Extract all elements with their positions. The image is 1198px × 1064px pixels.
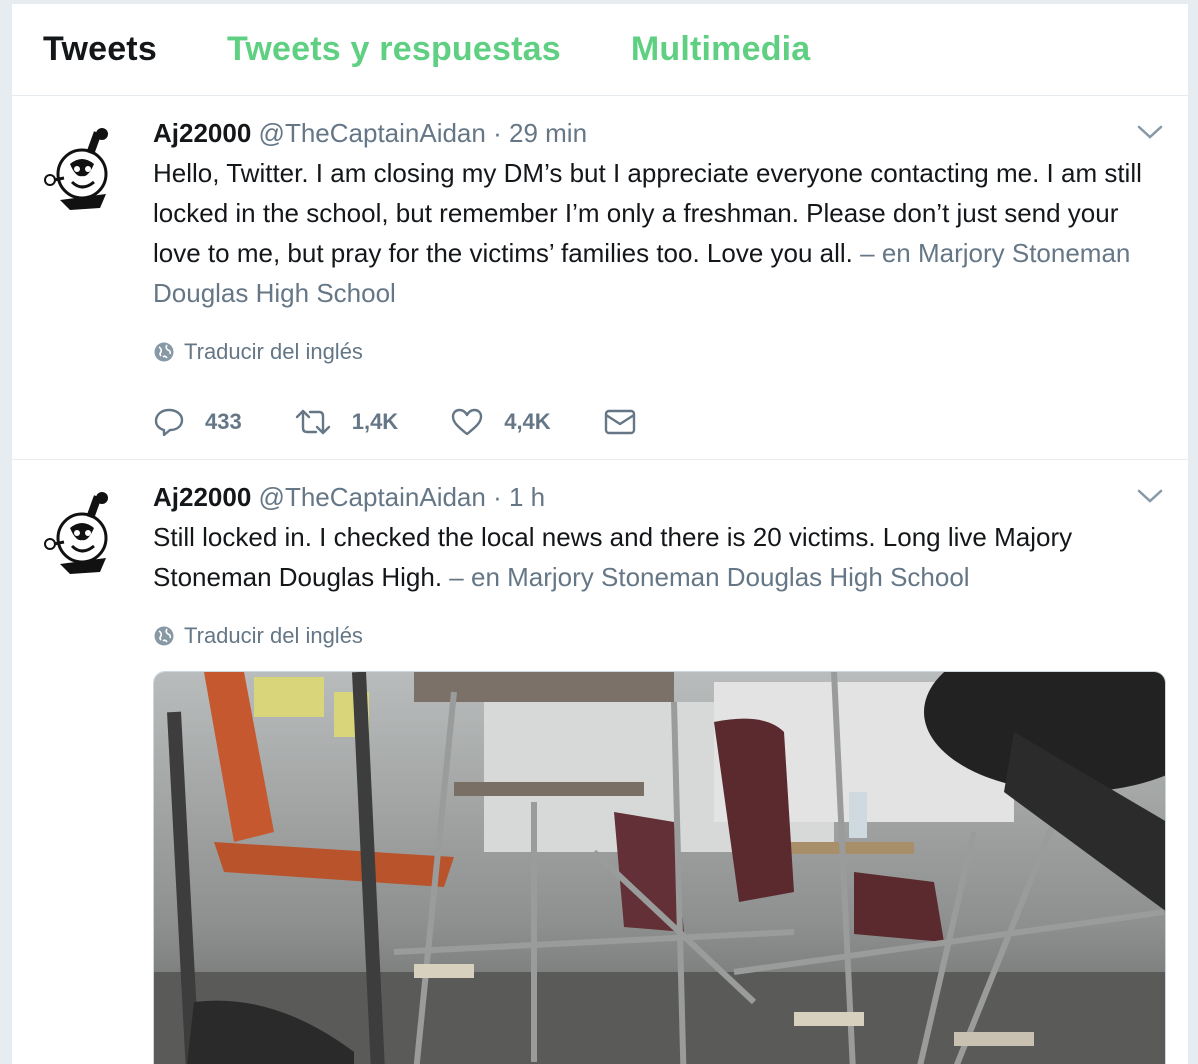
user-handle[interactable]: @TheCaptainAidan [259, 118, 486, 148]
timestamp[interactable]: 29 min [509, 118, 587, 148]
tab-tweets-and-replies[interactable]: Tweets y respuestas [227, 30, 561, 69]
user-handle[interactable]: @TheCaptainAidan [259, 482, 486, 512]
user-name[interactable]: Aj22000 [153, 482, 251, 512]
tab-tweets[interactable]: Tweets [43, 30, 157, 69]
tweet-actions: 433 1,4K 4,4K [153, 395, 1158, 459]
reply-count: 433 [205, 409, 242, 434]
retweet-button[interactable]: 1,4K [294, 408, 398, 436]
timestamp[interactable]: 1 h [509, 482, 545, 512]
tab-media[interactable]: Multimedia [631, 30, 811, 69]
retweet-count: 1,4K [351, 409, 399, 434]
avatar[interactable] [40, 124, 122, 216]
tweet-photo[interactable] [153, 671, 1166, 1064]
tweet-text: Still locked in. I checked the local new… [153, 517, 1158, 597]
globe-icon [154, 626, 174, 646]
reply-button[interactable]: 433 [153, 407, 242, 437]
translate-link[interactable]: Traducir del inglés [153, 623, 1158, 649]
separator: · [493, 118, 502, 148]
reply-icon [154, 408, 184, 437]
tweet-location[interactable]: – en Marjory Stoneman Douglas High Schoo… [449, 562, 969, 592]
retweet-icon [295, 409, 330, 435]
separator: · [493, 482, 502, 512]
translate-label: Traducir del inglés [184, 623, 363, 648]
tweet-header: Aj22000 @TheCaptainAidan · 1 h [153, 482, 1158, 512]
tweet-header: Aj22000 @TheCaptainAidan · 29 min [153, 118, 1158, 148]
tweet[interactable]: Aj22000 @TheCaptainAidan · 29 min Hello,… [12, 96, 1188, 460]
chevron-down-icon[interactable] [1136, 122, 1164, 142]
chevron-down-icon[interactable] [1136, 486, 1164, 506]
like-button[interactable]: 4,4K [450, 407, 551, 437]
like-icon [452, 408, 483, 436]
like-count: 4,4K [504, 409, 551, 434]
translate-label: Traducir del inglés [184, 339, 363, 364]
globe-icon [154, 342, 174, 362]
profile-timeline: Tweets Tweets y respuestas Multimedia Aj… [12, 4, 1188, 1064]
translate-link[interactable]: Traducir del inglés [153, 339, 1158, 365]
user-name[interactable]: Aj22000 [153, 118, 251, 148]
avatar[interactable] [40, 488, 122, 580]
direct-message-button[interactable] [603, 408, 637, 436]
profile-tabs: Tweets Tweets y respuestas Multimedia [12, 4, 1188, 96]
tweet[interactable]: Aj22000 @TheCaptainAidan · 1 h Still loc… [12, 460, 1188, 1064]
tweet-text: Hello, Twitter. I am closing my DM’s but… [153, 153, 1158, 313]
classroom-photo [154, 672, 1165, 1064]
dm-icon [604, 409, 635, 435]
